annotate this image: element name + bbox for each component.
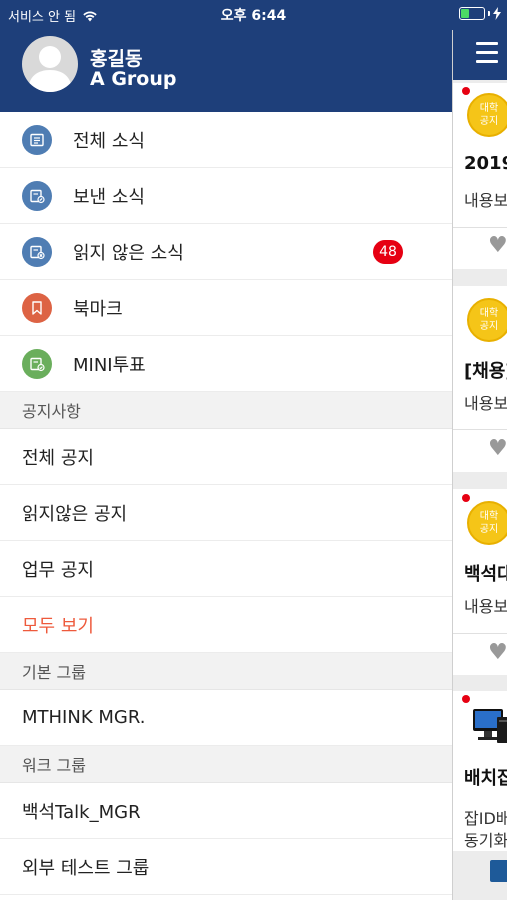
status-bar: 서비스 안 됨 오후 6:44 bbox=[0, 0, 507, 30]
unread-count-badge: 48 bbox=[373, 240, 403, 264]
card-body: 내용보 bbox=[464, 394, 507, 413]
feed-card[interactable]: 대학 공지 백석대 내용보 ♥ bbox=[453, 489, 507, 675]
monitor-icon bbox=[473, 709, 507, 743]
battery-icon bbox=[459, 7, 485, 20]
feed-card[interactable]: 대학 공지 2019 내용보 ♥ bbox=[453, 83, 507, 269]
main-content-peek[interactable]: 대학 공지 2019 내용보 ♥ 대학 공지 [채용] 내용보 ♥ 대학 공지 … bbox=[452, 30, 507, 900]
drawer-header: 홍길동 A Group bbox=[0, 30, 452, 112]
heart-icon[interactable]: ♥ bbox=[488, 233, 507, 258]
user-name: 홍길동 bbox=[90, 48, 143, 70]
card-body-line: 동기화 bbox=[464, 831, 507, 850]
charging-bolt-icon bbox=[493, 7, 501, 20]
group-item[interactable]: 외부 테스트 그룹 bbox=[0, 839, 452, 895]
menu-item-label: 읽지 않은 소식 bbox=[73, 242, 184, 264]
notice-item-unread[interactable]: 읽지않은 공지 bbox=[0, 485, 452, 541]
section-header-basic-group: 기본 그룹 bbox=[0, 653, 452, 690]
university-notice-logo-icon: 대학 공지 bbox=[467, 93, 507, 137]
default-user-icon bbox=[28, 46, 72, 92]
logo-text: 대학 공지 bbox=[479, 103, 499, 127]
menu-item-sent-news[interactable]: 보낸 소식 bbox=[0, 168, 452, 224]
card-title: [채용] bbox=[464, 361, 507, 382]
section-header-work-group: 워크 그룹 bbox=[0, 746, 452, 783]
main-top-bar bbox=[453, 30, 507, 80]
card-body: 내용보 bbox=[464, 191, 507, 210]
menu-item-label: MINI투표 bbox=[73, 354, 146, 376]
hamburger-menu-icon[interactable] bbox=[476, 42, 498, 69]
heart-icon[interactable]: ♥ bbox=[488, 436, 507, 461]
navigation-drawer: 전체 소식 보낸 소식 읽지 않은 소식 48 북마크 MINI투표 공지사항 … bbox=[0, 112, 452, 900]
menu-item-all-news[interactable]: 전체 소식 bbox=[0, 112, 452, 168]
menu-item-bookmark[interactable]: 북마크 bbox=[0, 280, 452, 336]
unread-dot-icon bbox=[462, 87, 470, 95]
section-header-notices: 공지사항 bbox=[0, 392, 452, 429]
card-title: 2019 bbox=[464, 153, 507, 174]
notice-item-work[interactable]: 업무 공지 bbox=[0, 541, 452, 597]
vote-icon bbox=[22, 348, 52, 379]
card-body-line: 잡ID배 bbox=[464, 809, 507, 828]
view-all-link[interactable]: 모두 보기 bbox=[0, 597, 452, 653]
logo-text: 대학 공지 bbox=[479, 511, 499, 535]
bookmark-icon bbox=[22, 292, 52, 323]
clock: 오후 6:44 bbox=[220, 8, 287, 24]
notice-item-all[interactable]: 전체 공지 bbox=[0, 429, 452, 485]
card-body: 내용보 bbox=[464, 597, 507, 616]
university-notice-logo-icon: 대학 공지 bbox=[467, 501, 507, 545]
group-item[interactable]: MTHINK MGR. bbox=[0, 690, 452, 746]
battery-indicator bbox=[459, 7, 501, 20]
card-title: 배치잡 bbox=[464, 768, 507, 789]
menu-item-unread-news[interactable]: 읽지 않은 소식 48 bbox=[0, 224, 452, 280]
menu-item-label: 전체 소식 bbox=[73, 130, 145, 152]
feed-card[interactable]: 배치잡 잡ID배 동기화 bbox=[453, 691, 507, 851]
avatar[interactable] bbox=[22, 36, 78, 92]
unread-dot-icon bbox=[462, 695, 470, 703]
user-group-name: A Group bbox=[90, 68, 177, 90]
battery-fill bbox=[461, 9, 470, 18]
university-notice-logo-icon: 대학 공지 bbox=[467, 298, 507, 342]
news-list-icon bbox=[22, 124, 52, 155]
menu-item-mini-vote[interactable]: MINI투표 bbox=[0, 336, 452, 392]
sent-news-icon bbox=[22, 180, 52, 211]
feed-card[interactable]: 대학 공지 [채용] 내용보 ♥ bbox=[453, 286, 507, 472]
unread-dot-icon bbox=[462, 494, 470, 502]
menu-item-label: 북마크 bbox=[73, 298, 123, 320]
menu-item-label: 보낸 소식 bbox=[73, 186, 145, 208]
card-title: 백석대 bbox=[464, 564, 507, 585]
app-nav-icon[interactable] bbox=[490, 860, 507, 882]
unread-news-icon bbox=[22, 236, 52, 267]
heart-icon[interactable]: ♥ bbox=[488, 640, 507, 665]
logo-text: 대학 공지 bbox=[479, 308, 499, 332]
group-item[interactable]: 백석Talk_MGR bbox=[0, 783, 452, 839]
